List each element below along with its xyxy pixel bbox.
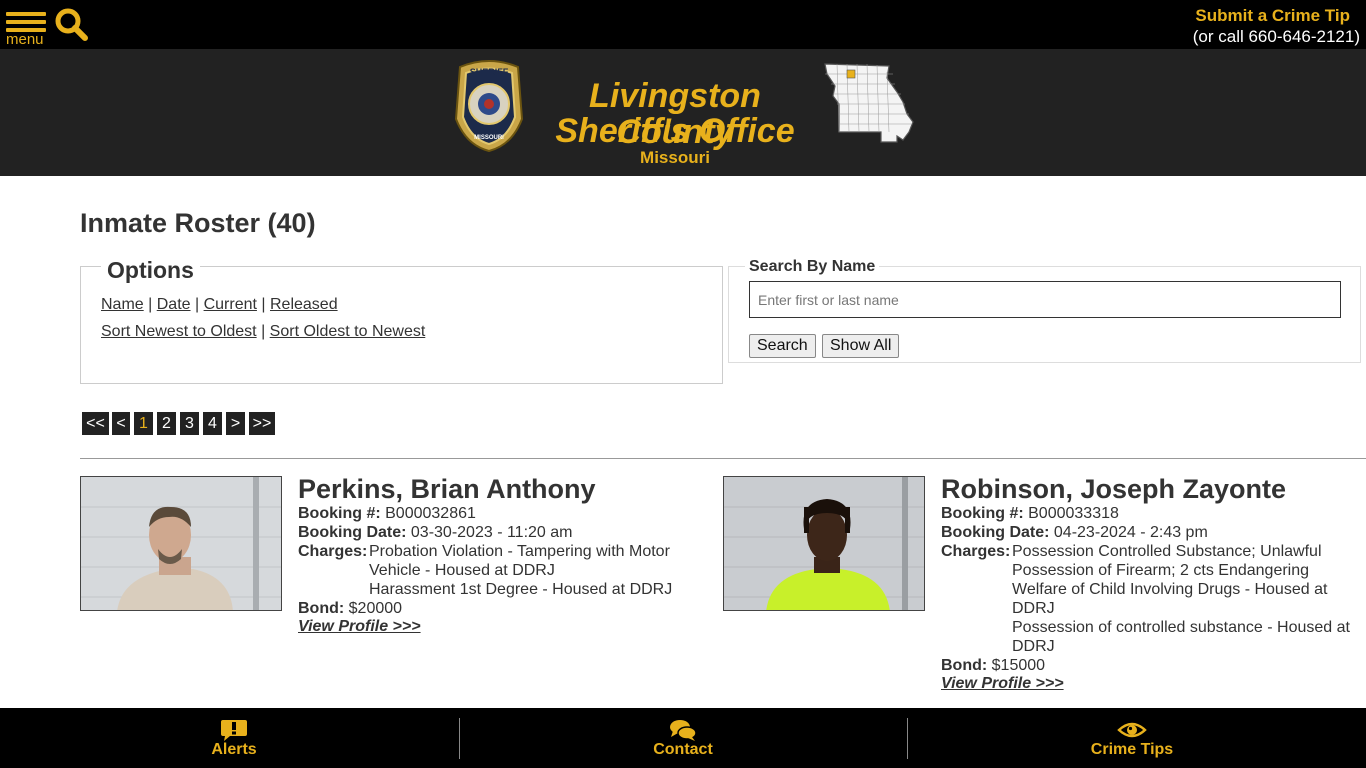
booking-value: B000033318 <box>1028 505 1119 522</box>
menu-button[interactable]: menu <box>6 10 48 48</box>
search-legend: Search By Name <box>745 258 880 276</box>
title-line-2: Sheriff's Office <box>555 112 795 150</box>
alert-bubble-icon <box>221 720 247 741</box>
svg-text:SHERIFF: SHERIFF <box>470 67 509 77</box>
booking-date-value: 04-23-2024 - 2:43 pm <box>1053 524 1208 541</box>
footer-alerts-label: Alerts <box>211 741 257 758</box>
charge-item: Possession Controlled Substance; Unlawfu… <box>1012 543 1328 617</box>
top-bar: menu Submit a Crime Tip (or call 660-646… <box>0 0 1366 49</box>
search-icon[interactable] <box>55 8 89 42</box>
booking-date-label: Booking Date: <box>298 524 407 541</box>
bond-value: $15000 <box>991 657 1046 674</box>
hamburger-icon-bar <box>6 20 46 24</box>
footer-contact-label: Contact <box>653 741 713 758</box>
footer-crime-tips-label: Crime Tips <box>1090 741 1174 758</box>
footer-alerts[interactable]: Alerts <box>134 708 334 768</box>
page-last-button[interactable]: >> <box>249 412 275 435</box>
footer-crime-tips[interactable]: Crime Tips <box>1032 708 1232 768</box>
state-subtitle: Missouri <box>640 148 710 167</box>
footer-separator <box>907 718 908 759</box>
sort-links: Sort Newest to Oldest | Sort Oldest to N… <box>101 323 426 340</box>
sort-newest-link[interactable]: Sort Newest to Oldest <box>101 323 257 340</box>
bond-value: $20000 <box>348 600 403 617</box>
sort-oldest-link[interactable]: Sort Oldest to Newest <box>270 323 426 340</box>
page-2-button[interactable]: 2 <box>157 412 176 435</box>
options-legend: Options <box>101 257 200 284</box>
booking-date: Booking Date: 04-23-2024 - 2:43 pm <box>941 523 1208 542</box>
menu-label: menu <box>6 31 44 48</box>
booking-label: Booking #: <box>941 505 1024 522</box>
charge-item: Possession of controlled substance - Hou… <box>1012 619 1350 655</box>
svg-text:MISSOURI: MISSOURI <box>474 135 504 141</box>
tip-phone-text: (or call 660-646-2121) <box>1192 27 1360 46</box>
booking-number: Booking #: B000032861 <box>298 504 476 523</box>
charge-item: Probation Violation - Tampering with Mot… <box>369 543 670 579</box>
page-1-button[interactable]: 1 <box>134 412 153 435</box>
booking-date-label: Booking Date: <box>941 524 1050 541</box>
filter-links: Name | Date | Current | Released <box>101 296 338 313</box>
page-prev-button[interactable]: < <box>112 412 130 435</box>
inmate-photo[interactable] <box>723 476 925 611</box>
view-profile-link[interactable]: View Profile >>> <box>298 618 421 636</box>
inmate-photo[interactable] <box>80 476 282 611</box>
bond-label: Bond: <box>941 657 988 674</box>
view-profile-link[interactable]: View Profile >>> <box>941 675 1064 693</box>
booking-value: B000032861 <box>385 505 476 522</box>
page-next-button[interactable]: > <box>226 412 245 435</box>
footer-nav: Alerts Contact Crime Tips <box>0 708 1366 768</box>
booking-date-value: 03-30-2023 - 11:20 am <box>410 524 573 541</box>
filter-released-link[interactable]: Released <box>270 296 338 313</box>
filter-date-link[interactable]: Date <box>157 296 191 313</box>
inmate-name: Robinson, Joseph Zayonte <box>941 474 1287 504</box>
filter-name-link[interactable]: Name <box>101 296 144 313</box>
submit-crime-tip-link[interactable]: Submit a Crime Tip <box>1146 6 1366 26</box>
filter-current-link[interactable]: Current <box>204 296 257 313</box>
options-panel: Options Name | Date | Current | Released… <box>80 257 723 384</box>
page-3-button[interactable]: 3 <box>180 412 199 435</box>
charges-list: Possession Controlled Substance; Unlawfu… <box>1012 542 1360 656</box>
sheriff-badge-logo[interactable]: SHERIFF MISSOURI <box>452 59 526 153</box>
bond: Bond: $20000 <box>298 599 402 618</box>
booking-number: Booking #: B000033318 <box>941 504 1119 523</box>
missouri-map-icon <box>823 62 915 144</box>
search-button[interactable]: Search <box>749 334 816 358</box>
booking-date: Booking Date: 03-30-2023 - 11:20 am <box>298 523 573 542</box>
footer-contact[interactable]: Contact <box>583 708 783 768</box>
booking-label: Booking #: <box>298 505 381 522</box>
charges-list: Probation Violation - Tampering with Mot… <box>369 542 687 599</box>
show-all-button[interactable]: Show All <box>822 334 900 358</box>
footer-separator <box>459 718 460 759</box>
chat-bubbles-icon <box>670 720 697 741</box>
page-first-button[interactable]: << <box>82 412 109 435</box>
eye-icon <box>1117 722 1147 738</box>
page-4-button[interactable]: 4 <box>203 412 222 435</box>
bond-label: Bond: <box>298 600 345 617</box>
hamburger-icon <box>6 12 46 16</box>
name-search-input[interactable] <box>749 281 1341 318</box>
bond: Bond: $15000 <box>941 656 1045 675</box>
charges-label: Charges: <box>298 543 368 560</box>
page-title: Inmate Roster (40) <box>80 208 316 238</box>
divider <box>80 458 1366 459</box>
charge-item: Harassment 1st Degree - Housed at DDRJ <box>369 581 673 598</box>
inmate-name: Perkins, Brian Anthony <box>298 474 596 504</box>
charges-label: Charges: <box>941 543 1011 560</box>
search-panel: Search By Name Search Show All <box>728 258 1361 363</box>
